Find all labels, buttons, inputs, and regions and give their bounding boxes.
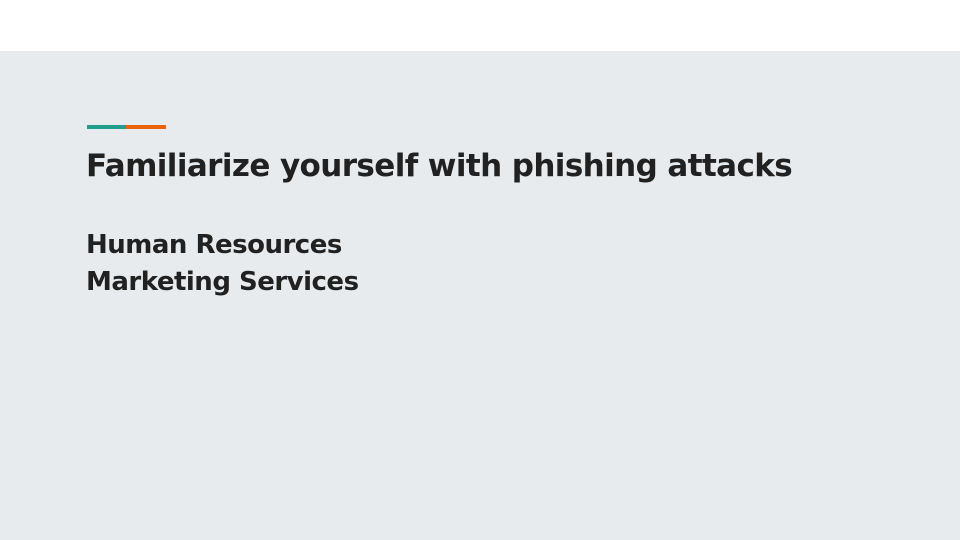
title-accent-bar: [87, 125, 166, 129]
subtitle-line-2: Marketing Services: [86, 267, 359, 297]
subtitle-line-1: Human Resources: [86, 230, 342, 260]
slide-title: Familiarize yourself with phishing attac…: [86, 148, 793, 184]
slide-canvas: Familiarize yourself with phishing attac…: [0, 51, 960, 540]
slide-top-band: [0, 0, 960, 51]
accent-orange-segment: [126, 125, 166, 129]
slide-subtitle: Human Resources Marketing Services: [86, 227, 359, 301]
accent-teal-segment: [87, 125, 126, 129]
